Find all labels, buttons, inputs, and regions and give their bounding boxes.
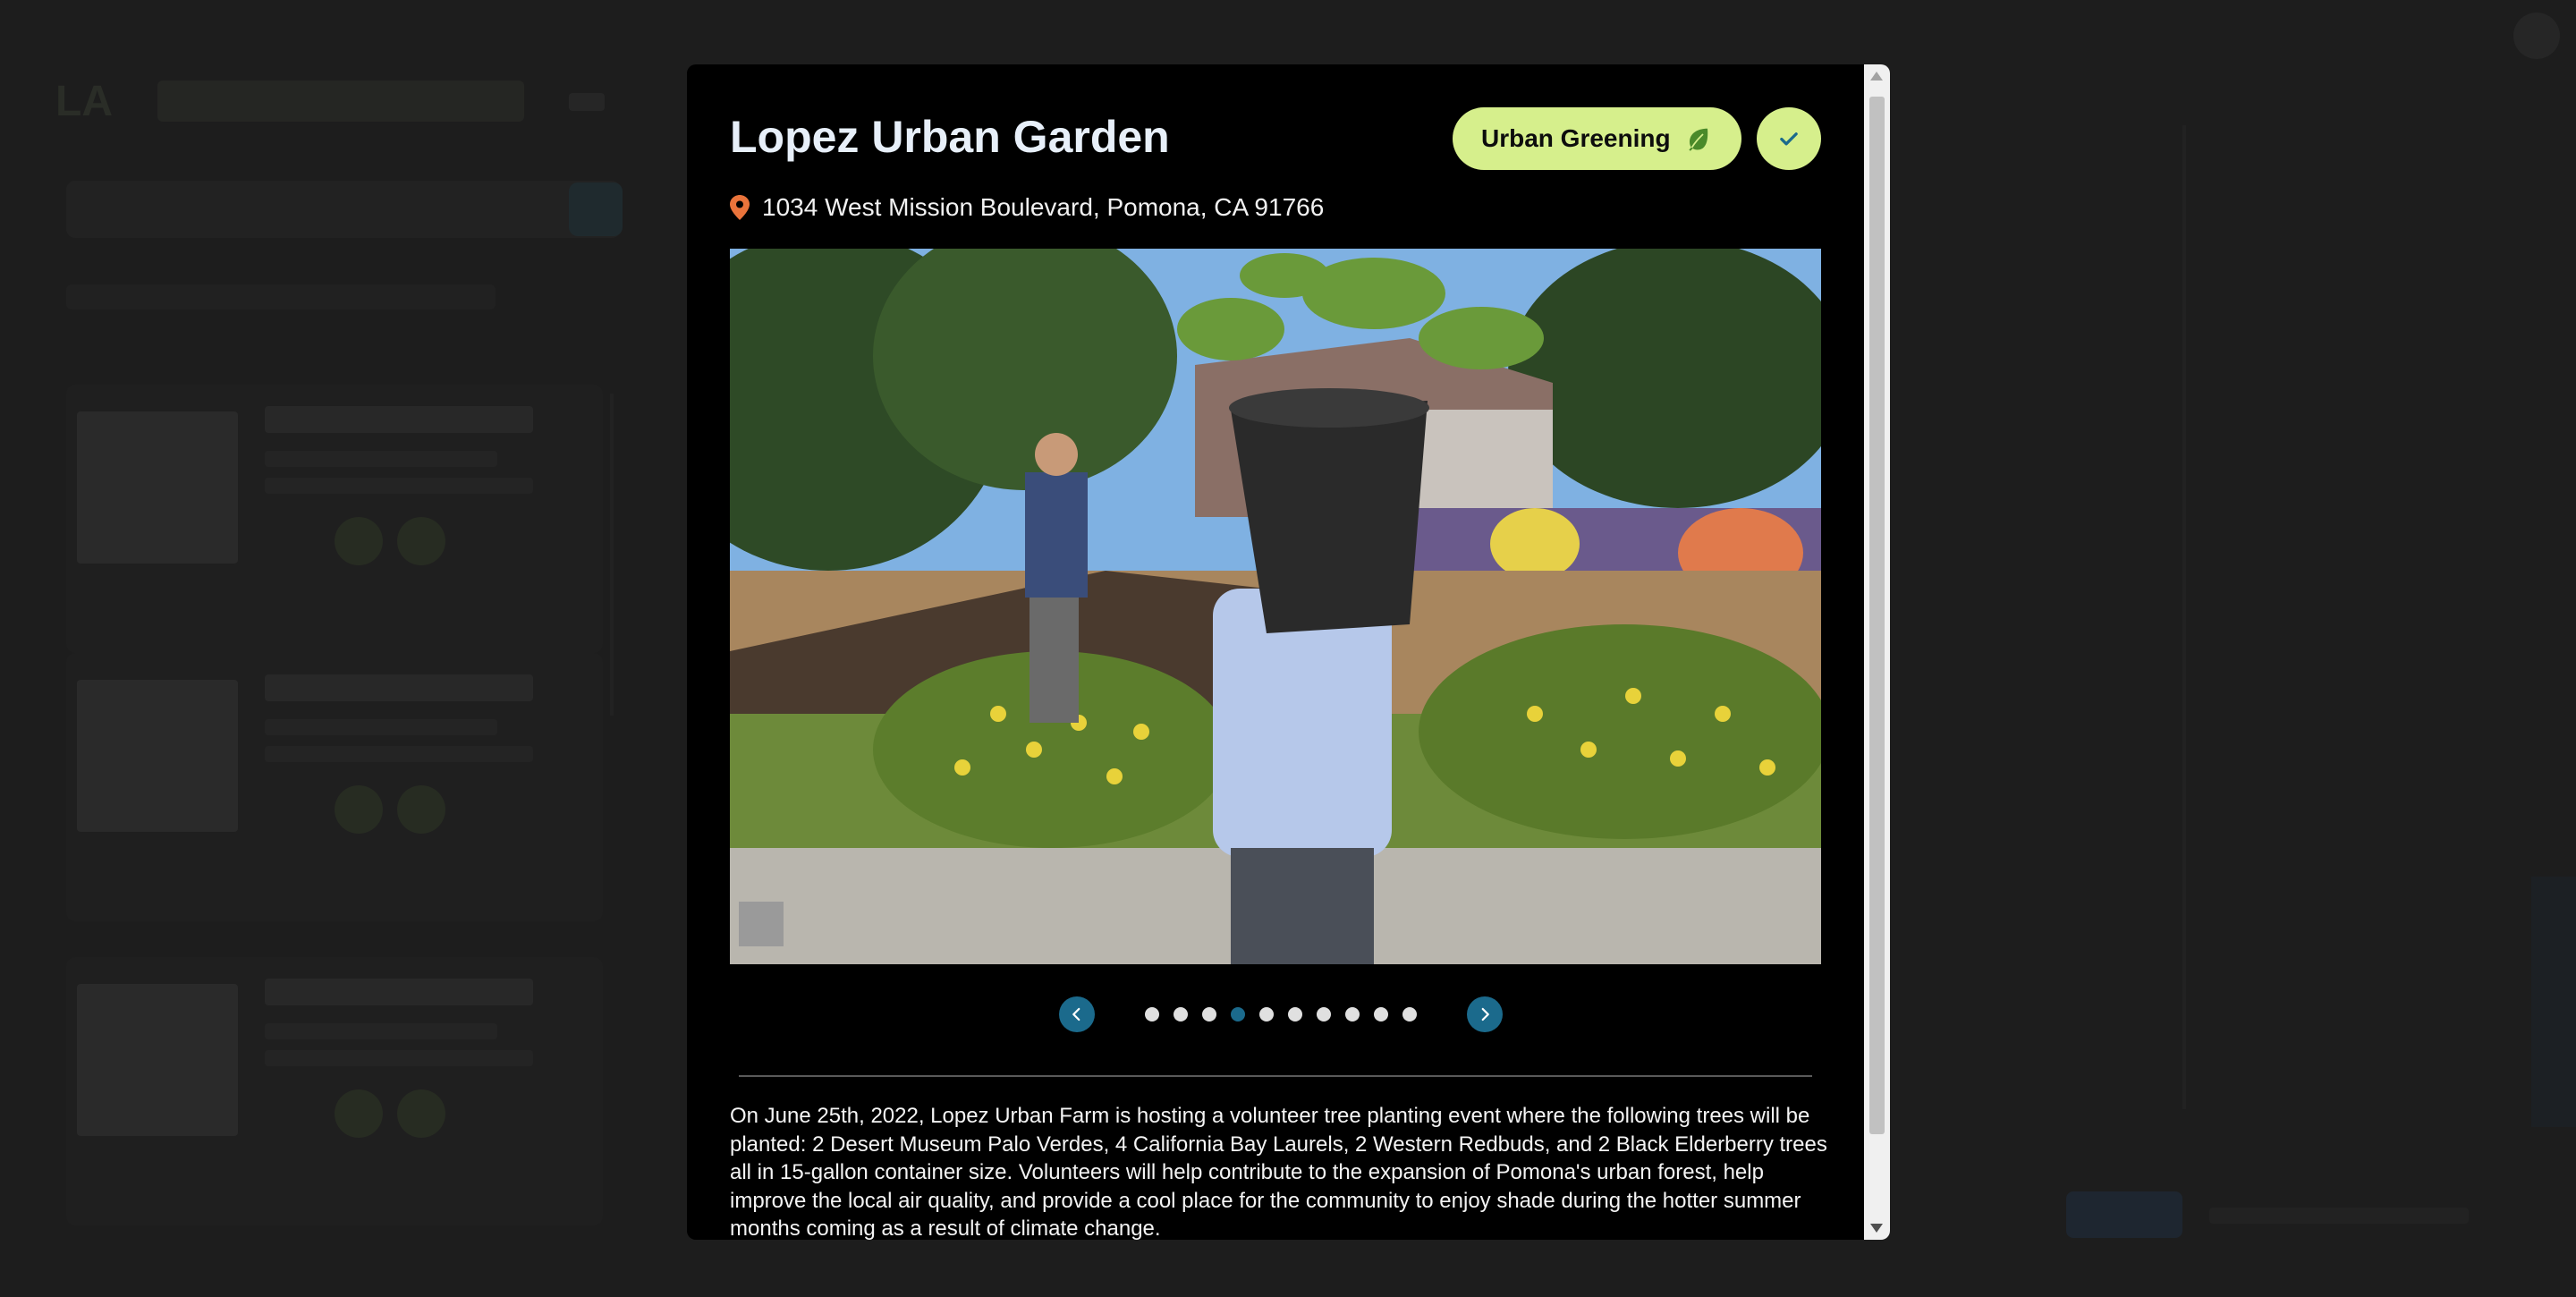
leaf-icon bbox=[1683, 123, 1714, 154]
scroll-down-arrow-icon[interactable] bbox=[1868, 1220, 1885, 1236]
category-label: Urban Greening bbox=[1481, 124, 1671, 152]
map-pin-icon bbox=[730, 195, 750, 220]
carousel-dot[interactable] bbox=[1402, 1007, 1417, 1021]
address-row: 1034 West Mission Boulevard, Pomona, CA … bbox=[730, 193, 1324, 222]
scroll-up-arrow-icon[interactable] bbox=[1868, 68, 1885, 84]
carousel-dot[interactable] bbox=[1145, 1007, 1159, 1021]
carousel-dot[interactable] bbox=[1259, 1007, 1274, 1021]
carousel-dot[interactable] bbox=[1202, 1007, 1216, 1021]
app-logo: LA bbox=[55, 78, 113, 125]
project-detail-modal: Lopez Urban Garden Urban Greening 1034 W… bbox=[687, 64, 1890, 1240]
background-project-card bbox=[66, 653, 603, 921]
background-search-button bbox=[569, 182, 623, 236]
carousel-dot[interactable] bbox=[1374, 1007, 1388, 1021]
chevron-left-icon[interactable] bbox=[1059, 996, 1095, 1032]
modal-content: Lopez Urban Garden Urban Greening 1034 W… bbox=[687, 64, 1860, 1240]
chevron-right-icon[interactable] bbox=[1467, 996, 1503, 1032]
scrollbar-thumb[interactable] bbox=[1869, 97, 1885, 1134]
background-panel-edge bbox=[2182, 125, 2186, 1109]
background-project-card bbox=[66, 957, 603, 1225]
carousel-dot[interactable] bbox=[1288, 1007, 1302, 1021]
menu-icon bbox=[569, 93, 605, 111]
category-badge: Urban Greening bbox=[1453, 107, 1741, 170]
project-photo bbox=[730, 249, 1821, 964]
background-close-icon bbox=[2513, 13, 2560, 59]
carousel-dots bbox=[1145, 1007, 1417, 1021]
section-divider bbox=[739, 1075, 1812, 1077]
background-search-input bbox=[66, 181, 621, 238]
photo-carousel bbox=[1059, 996, 1503, 1032]
app-brand bbox=[157, 81, 524, 122]
background-button bbox=[2066, 1191, 2182, 1238]
background-pagination bbox=[2209, 1208, 2469, 1224]
background-project-card bbox=[66, 385, 603, 653]
carousel-dot[interactable] bbox=[1174, 1007, 1188, 1021]
carousel-dot[interactable] bbox=[1317, 1007, 1331, 1021]
project-title: Lopez Urban Garden bbox=[730, 112, 1170, 162]
background-divider bbox=[610, 394, 614, 716]
carousel-dot[interactable] bbox=[1345, 1007, 1360, 1021]
modal-scrollbar[interactable] bbox=[1864, 64, 1890, 1240]
project-description: On June 25th, 2022, Lopez Urban Farm is … bbox=[730, 1104, 1827, 1240]
background-filters bbox=[66, 284, 496, 309]
background-edge-panel bbox=[2531, 877, 2576, 1127]
carousel-dot[interactable] bbox=[1231, 1007, 1245, 1021]
project-address: 1034 West Mission Boulevard, Pomona, CA … bbox=[762, 193, 1325, 221]
check-icon[interactable] bbox=[1757, 107, 1821, 170]
